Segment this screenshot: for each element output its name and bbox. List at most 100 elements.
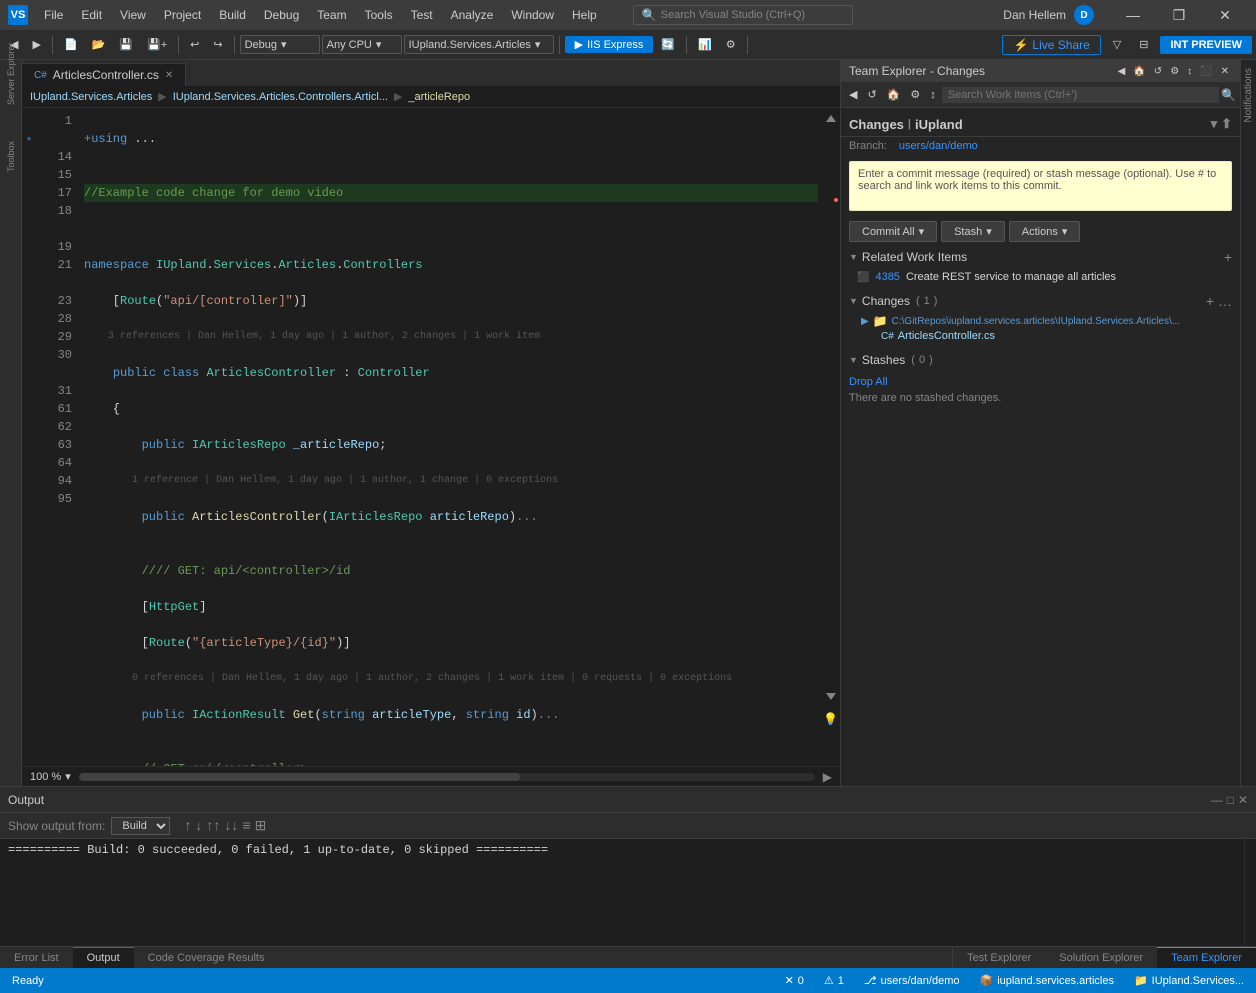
menu-tools[interactable]: Tools	[357, 6, 401, 24]
user-avatar[interactable]: D	[1074, 5, 1094, 25]
te-refresh-btn[interactable]: ↺	[1151, 65, 1165, 78]
file-tree-root[interactable]: ▶ 📁 C:\GitRepos\iupland.services.article…	[861, 314, 1220, 328]
scroll-down-icon[interactable]	[824, 689, 838, 706]
output-source-dropdown[interactable]: Build	[111, 817, 170, 835]
output-close-btn[interactable]: ✕	[1238, 793, 1248, 807]
global-search-box[interactable]: 🔍 Search Visual Studio (Ctrl+Q)	[633, 5, 853, 25]
te-back-btn[interactable]: ◀	[1115, 65, 1129, 78]
project-dropdown[interactable]: IUpland.Services.Articles ▾	[404, 35, 554, 54]
te-home-btn[interactable]: 🏠	[1130, 65, 1148, 78]
stashes-section-header[interactable]: ▼ Stashes ( 0 )	[841, 350, 1240, 370]
te-tb-settings[interactable]: ⚙	[906, 86, 924, 103]
te-sync-btn[interactable]: ↕	[1184, 65, 1195, 78]
output-minimize-btn[interactable]: —	[1211, 793, 1223, 807]
status-branch[interactable]: ⎇ users/dan/demo	[860, 974, 964, 987]
status-errors[interactable]: ✕ 0	[781, 974, 808, 987]
sidebar-server-explorer-icon[interactable]: Server Explorer	[1, 64, 21, 84]
te-tb-sync[interactable]: ↕	[926, 87, 940, 103]
iis-express-button[interactable]: ▶ IIS Express	[565, 36, 654, 53]
more-changes-icon[interactable]: …	[1218, 293, 1232, 309]
debug-config-dropdown[interactable]: Debug ▾	[240, 35, 320, 54]
drop-all-button[interactable]: Drop All	[849, 374, 1232, 390]
menu-test[interactable]: Test	[403, 6, 441, 24]
toolbar-filter-btn[interactable]: ▽	[1107, 36, 1127, 53]
toolbar-save-btn[interactable]: 💾	[113, 36, 139, 53]
tab-close-button[interactable]: ✕	[165, 70, 173, 81]
tab-error-list[interactable]: Error List	[0, 947, 73, 968]
close-button[interactable]: ✕	[1202, 0, 1248, 30]
changes-section-header[interactable]: ▼ Changes ( 1 ) + …	[841, 290, 1240, 312]
output-maximize-btn[interactable]: □	[1227, 793, 1234, 807]
bc-field[interactable]: _articleRepo	[408, 91, 470, 103]
toolbar-refresh-btn[interactable]: 🔄	[655, 36, 681, 53]
output-scrollbar[interactable]	[1244, 839, 1256, 946]
menu-analyze[interactable]: Analyze	[443, 6, 502, 24]
status-warnings[interactable]: ⚠ 1	[820, 974, 848, 987]
output-tb-btn-3[interactable]: ↑↑	[206, 817, 220, 834]
toolbar-forward-btn[interactable]: ▶	[26, 36, 46, 53]
tab-output[interactable]: Output	[73, 947, 134, 968]
te-commit-message[interactable]: Enter a commit message (required) or sta…	[849, 161, 1232, 211]
toolbar-settings-btn[interactable]: ⚙	[720, 36, 742, 53]
sidebar-toolbox-icon[interactable]: Toolbox	[1, 146, 21, 166]
add-changes-icon[interactable]: +	[1206, 293, 1214, 309]
scroll-up-icon[interactable]	[824, 112, 838, 129]
menu-view[interactable]: View	[112, 6, 154, 24]
output-tb-btn-5[interactable]: ≡	[242, 817, 250, 834]
horizontal-scrollbar[interactable]	[79, 773, 815, 781]
code-content[interactable]: +using ... //Example code change for dem…	[76, 108, 826, 766]
scroll-right-btn[interactable]: ▶	[823, 770, 832, 784]
tab-solution-explorer[interactable]: Solution Explorer	[1045, 947, 1157, 968]
menu-team[interactable]: Team	[309, 6, 354, 24]
te-changes-expand-btn[interactable]: ⬆	[1221, 116, 1232, 132]
status-ready[interactable]: Ready	[8, 975, 48, 987]
cpu-dropdown[interactable]: Any CPU ▾	[322, 35, 402, 54]
add-work-item-icon[interactable]: +	[1224, 249, 1232, 265]
output-tb-btn-1[interactable]: ↑	[184, 817, 191, 834]
lightbulb-icon[interactable]: 💡	[823, 712, 838, 726]
commit-all-button[interactable]: Commit All ▾	[849, 221, 937, 242]
output-tb-btn-4[interactable]: ↓↓	[224, 817, 238, 834]
menu-file[interactable]: File	[36, 6, 71, 24]
file-tree-item[interactable]: C# ArticlesController.cs	[861, 328, 1220, 344]
stash-button[interactable]: Stash ▾	[941, 221, 1005, 242]
toolbar-new-btn[interactable]: 📄	[58, 36, 84, 53]
status-project[interactable]: 📦 iupland.services.articles	[975, 974, 1117, 987]
te-branch-value[interactable]: users/dan/demo	[899, 140, 978, 152]
menu-debug[interactable]: Debug	[256, 6, 307, 24]
output-tb-btn-6[interactable]: ⊞	[255, 817, 267, 834]
menu-help[interactable]: Help	[564, 6, 605, 24]
int-preview-button[interactable]: INT PREVIEW	[1160, 36, 1252, 54]
menu-window[interactable]: Window	[503, 6, 562, 24]
toolbar-layout-btn[interactable]: ⊟	[1133, 36, 1154, 53]
status-project-right[interactable]: 📁 IUpland.Services...	[1130, 974, 1248, 987]
toolbar-save-all-btn[interactable]: 💾+	[141, 36, 173, 53]
live-share-button[interactable]: ⚡ Live Share	[1002, 35, 1100, 55]
te-close-btn[interactable]: ✕	[1218, 65, 1232, 78]
work-item-row[interactable]: ⬛ 4385 Create REST service to manage all…	[841, 268, 1240, 286]
tab-code-coverage[interactable]: Code Coverage Results	[134, 947, 279, 968]
toolbar-open-btn[interactable]: 📂	[86, 36, 112, 53]
maximize-button[interactable]: ❐	[1156, 0, 1202, 30]
te-search-icon[interactable]: 🔍	[1221, 88, 1236, 102]
tab-test-explorer[interactable]: Test Explorer	[953, 947, 1045, 968]
te-tb-back[interactable]: ◀	[845, 86, 861, 103]
code-folding-icon[interactable]: +	[26, 134, 31, 144]
toolbar-diagnostics-btn[interactable]: 📊	[692, 36, 718, 53]
zoom-control[interactable]: 100 % ▾	[30, 770, 71, 783]
related-work-items-section[interactable]: ▼ Related Work Items +	[841, 246, 1240, 268]
minimize-button[interactable]: —	[1110, 0, 1156, 30]
menu-edit[interactable]: Edit	[73, 6, 110, 24]
editor-tab-articles-controller[interactable]: C# ArticlesController.cs ✕	[22, 63, 186, 86]
menu-project[interactable]: Project	[156, 6, 209, 24]
bc-controller[interactable]: IUpland.Services.Articles.Controllers.Ar…	[173, 91, 388, 103]
te-search-input[interactable]	[942, 87, 1219, 103]
te-tb-home[interactable]: 🏠	[883, 86, 905, 103]
te-tb-refresh[interactable]: ↺	[863, 86, 880, 103]
notifications-label[interactable]: Notifications	[1241, 64, 1256, 126]
toolbar-undo-btn[interactable]: ↩	[184, 36, 205, 53]
bc-namespace[interactable]: IUpland.Services.Articles	[30, 91, 152, 103]
te-changes-menu-btn[interactable]: ▾	[1211, 116, 1218, 132]
menu-build[interactable]: Build	[211, 6, 254, 24]
output-tb-btn-2[interactable]: ↓	[195, 817, 202, 834]
